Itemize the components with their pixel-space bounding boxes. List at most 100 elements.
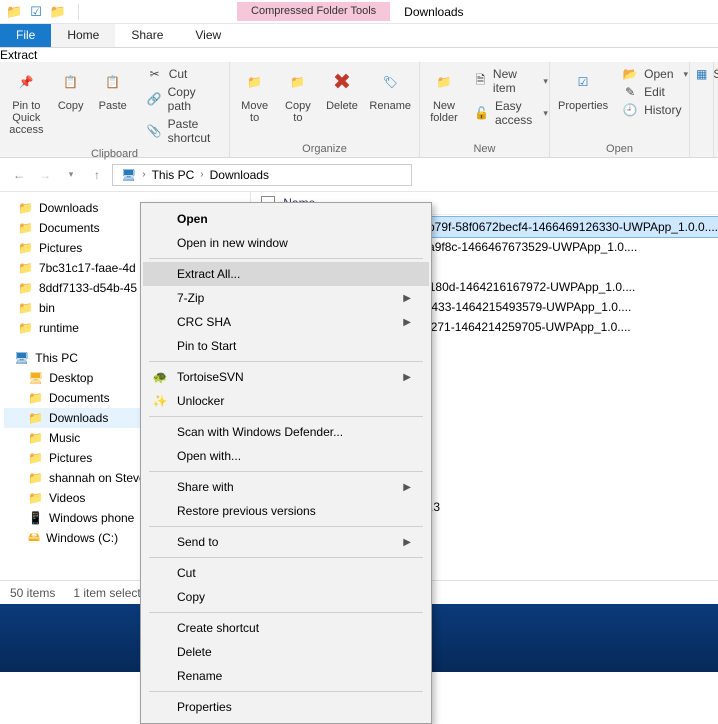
ctx-extract-all[interactable]: Extract All...	[143, 262, 429, 286]
rename-icon: 🏷	[374, 66, 406, 98]
group-select: ▦S	[690, 62, 714, 157]
folder-icon: 📁	[18, 281, 33, 295]
easy-access-icon: 🔓	[474, 106, 489, 120]
folder-icon: 📁	[18, 261, 33, 275]
sidebar-item-label: Pictures	[39, 241, 82, 255]
sidebar-item-label: bin	[39, 301, 55, 315]
status-count: 50 items	[10, 586, 55, 600]
ctx-tortoisesvn[interactable]: 🐢TortoiseSVN▶	[143, 365, 429, 389]
group-open: ☑ Properties 📂Open▾ ✎Edit 🕘History Open	[550, 62, 690, 157]
open-button[interactable]: 📂Open▾	[618, 66, 692, 82]
ctx-open-new-window[interactable]: Open in new window	[143, 231, 429, 255]
folder-icon[interactable]: 📁	[6, 4, 22, 20]
recent-button[interactable]: ▾	[60, 164, 82, 186]
sidebar-item-label: Music	[49, 431, 80, 445]
chevron-right-icon: ›	[142, 169, 145, 180]
folder-icon: 📁	[28, 491, 43, 505]
crumb-this-pc[interactable]: This PC	[152, 168, 195, 182]
ribbon-tabs: File Home Share View	[0, 24, 718, 48]
scissors-icon: ✂	[147, 67, 163, 81]
edit-button[interactable]: ✎Edit	[618, 84, 692, 100]
new-item-button[interactable]: 🗎New item▾	[470, 66, 552, 96]
edit-icon: ✎	[622, 85, 638, 99]
copy-button[interactable]: 📋 Copy	[55, 66, 87, 112]
folder-icon: 📁	[28, 391, 43, 405]
group-organize: 📁 Move to 📁 Copy to ✖ Delete 🏷 Rename Or…	[230, 62, 420, 157]
ctx-cut[interactable]: Cut	[143, 561, 429, 585]
folder-icon: 📁	[18, 301, 33, 315]
separator	[149, 258, 423, 259]
ribbon: 📌 Pin to Quick access 📋 Copy 📋 Paste ✂Cu…	[0, 62, 718, 158]
properties-button[interactable]: ☑ Properties	[558, 66, 608, 112]
copy-to-button[interactable]: 📁 Copy to	[281, 66, 314, 124]
nav-row: ← → ▾ ↑ 🖥 › This PC › Downloads	[0, 158, 718, 192]
ctx-7zip[interactable]: 7-Zip▶	[143, 286, 429, 310]
tortoise-icon: 🐢	[151, 370, 169, 384]
link-icon: 🔗	[147, 92, 162, 106]
folder-icon: 📁	[18, 241, 33, 255]
group-label: New	[428, 141, 541, 155]
ctx-properties[interactable]: Properties	[143, 695, 429, 719]
ctx-restore-versions[interactable]: Restore previous versions	[143, 499, 429, 523]
ctx-share-with[interactable]: Share with▶	[143, 475, 429, 499]
group-label: Organize	[238, 141, 411, 155]
sidebar-item-label: Documents	[49, 391, 110, 405]
paste-button[interactable]: 📋 Paste	[97, 66, 129, 112]
ctx-open[interactable]: Open	[143, 207, 429, 231]
ctx-pin-to-start[interactable]: Pin to Start	[143, 334, 429, 358]
ctx-copy[interactable]: Copy	[143, 585, 429, 609]
group-label: Open	[558, 141, 681, 155]
group-new: 📁 New folder 🗎New item▾ 🔓Easy access▾ Ne…	[420, 62, 550, 157]
sidebar-item-label: This PC	[35, 351, 78, 365]
pin-to-quick-access-button[interactable]: 📌 Pin to Quick access	[8, 66, 45, 136]
back-button[interactable]: ←	[8, 164, 30, 186]
chevron-right-icon: ▶	[403, 317, 411, 328]
context-tab-compressed[interactable]: Compressed Folder Tools	[237, 2, 390, 21]
sidebar-item-label: Windows phone	[49, 511, 134, 525]
ctx-scan-defender[interactable]: Scan with Windows Defender...	[143, 420, 429, 444]
chevron-right-icon: ▶	[403, 293, 411, 304]
chevron-right-icon: ▶	[403, 482, 411, 493]
folder-icon: 📁	[18, 221, 33, 235]
rename-button[interactable]: 🏷 Rename	[369, 66, 411, 112]
easy-access-button[interactable]: 🔓Easy access▾	[470, 98, 552, 128]
sidebar-item-label: 8ddf7133-d54b-45	[39, 281, 137, 295]
sidebar-item-label: Downloads	[49, 411, 108, 425]
forward-button[interactable]: →	[34, 164, 56, 186]
ctx-unlocker[interactable]: ✨Unlocker	[143, 389, 429, 413]
tab-file[interactable]: File	[0, 24, 51, 47]
ctx-crc-sha[interactable]: CRC SHA▶	[143, 310, 429, 334]
folder-icon: 📁	[28, 451, 43, 465]
properties-qat-icon[interactable]: ☑	[30, 4, 42, 20]
cut-button[interactable]: ✂Cut	[143, 66, 221, 82]
breadcrumb[interactable]: 🖥 › This PC › Downloads	[112, 164, 412, 186]
group-label: Clipboard	[8, 146, 221, 160]
ctx-rename[interactable]: Rename	[143, 664, 429, 688]
tab-view[interactable]: View	[179, 24, 237, 47]
paste-shortcut-button[interactable]: 📎Paste shortcut	[143, 116, 221, 146]
open-icon: 📂	[622, 67, 638, 81]
tab-share[interactable]: Share	[115, 24, 179, 47]
select-all-button[interactable]: ▦S	[692, 66, 711, 82]
move-to-button[interactable]: 📁 Move to	[238, 66, 271, 124]
ctx-create-shortcut[interactable]: Create shortcut	[143, 616, 429, 640]
ctx-send-to[interactable]: Send to▶	[143, 530, 429, 554]
folder-icon: 📁	[18, 201, 33, 215]
ctx-delete[interactable]: Delete	[143, 640, 429, 664]
pin-icon: 📌	[10, 66, 42, 98]
copy-path-button[interactable]: 🔗Copy path	[143, 84, 221, 114]
crumb-downloads[interactable]: Downloads	[210, 168, 269, 182]
tab-extract[interactable]: Extract	[0, 48, 718, 62]
folder-icon: 📁	[28, 411, 43, 425]
new-folder-qat-icon[interactable]: 📁	[50, 4, 66, 20]
tab-home[interactable]: Home	[51, 24, 115, 47]
sidebar-item-label: shannah on Steves	[49, 471, 152, 485]
new-folder-button[interactable]: 📁 New folder	[428, 66, 460, 124]
up-button[interactable]: ↑	[86, 164, 108, 186]
wand-icon: ✨	[151, 394, 169, 408]
ctx-open-with[interactable]: Open with...	[143, 444, 429, 468]
history-button[interactable]: 🕘History	[618, 102, 692, 118]
window-title: Downloads	[404, 5, 463, 19]
separator	[149, 416, 423, 417]
delete-button[interactable]: ✖ Delete	[325, 66, 360, 112]
